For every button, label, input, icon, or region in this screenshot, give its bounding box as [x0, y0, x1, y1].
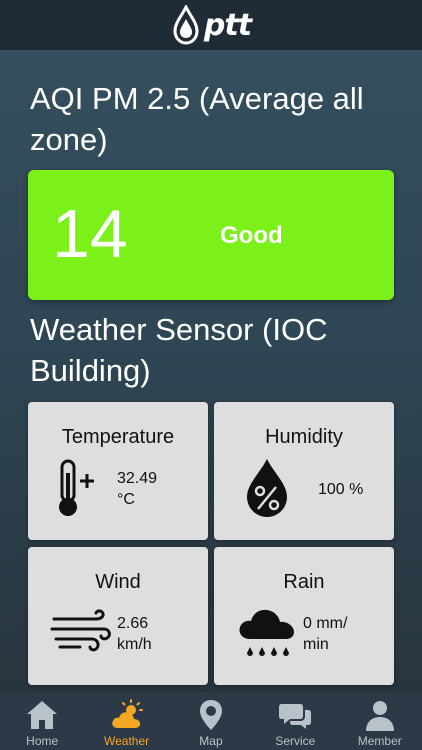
tab-label: Weather [104, 734, 150, 748]
temperature-unit: °C [117, 491, 135, 508]
tab-label: Map [199, 734, 223, 748]
top-bar: ptt [0, 0, 422, 50]
tab-label: Service [275, 734, 316, 748]
tile-label: Rain [283, 571, 325, 593]
bottom-tab-bar: Home Weather Map Service Member [0, 692, 422, 750]
chat-icon [279, 704, 312, 729]
rain-cloud-icon [239, 609, 294, 656]
wind-icon [50, 609, 111, 652]
wind-number: 2.66 [117, 615, 149, 632]
temperature-tile[interactable]: Temperature 32.49 °C [28, 402, 208, 540]
tile-label: Temperature [61, 426, 175, 448]
sensor-title: Weather Sensor (IOC Building) [30, 312, 328, 388]
tab-service[interactable]: Service [253, 692, 337, 750]
temperature-value: 32.49 °C [117, 468, 157, 510]
tab-home[interactable]: Home [0, 692, 84, 750]
aqi-value: 14 [52, 196, 128, 272]
tab-map[interactable]: Map [169, 692, 253, 750]
humidity-number: 100 % [318, 481, 364, 498]
home-icon [27, 701, 58, 729]
aqi-card[interactable]: 14 Good [28, 170, 394, 300]
weather-icon [111, 699, 143, 728]
tab-member[interactable]: Member [338, 692, 422, 750]
tile-label: Humidity [265, 426, 343, 448]
wind-value: 2.66 km/h [117, 613, 152, 655]
temperature-number: 32.49 [117, 470, 158, 487]
rain-unit: min [303, 636, 329, 653]
humidity-tile[interactable]: Humidity 100 % [214, 402, 394, 540]
humidity-value: 100 % [318, 479, 363, 500]
ptt-flame-icon [173, 5, 199, 45]
tab-label: Member [357, 734, 402, 748]
thermometer-plus-icon [59, 459, 94, 516]
rain-number: 0 mm/ [303, 615, 348, 632]
logo-text: ptt [203, 7, 252, 43]
tab-label: Home [26, 734, 59, 748]
tab-weather[interactable]: Weather [85, 692, 169, 750]
wind-tile[interactable]: Wind 2.66 km/h [28, 547, 208, 685]
ptt-logo: ptt [171, 5, 252, 45]
user-icon [365, 701, 394, 731]
tile-label: Wind [95, 571, 141, 593]
rain-value: 0 mm/ min [303, 613, 347, 655]
wind-unit: km/h [117, 636, 152, 653]
humidity-drop-icon [247, 459, 287, 517]
map-pin-icon [199, 700, 222, 730]
aqi-title: AQI PM 2.5 (Average all zone) [30, 81, 364, 157]
rain-tile[interactable]: Rain 0 mm/ min [214, 547, 394, 685]
aqi-status: Good [220, 222, 283, 249]
